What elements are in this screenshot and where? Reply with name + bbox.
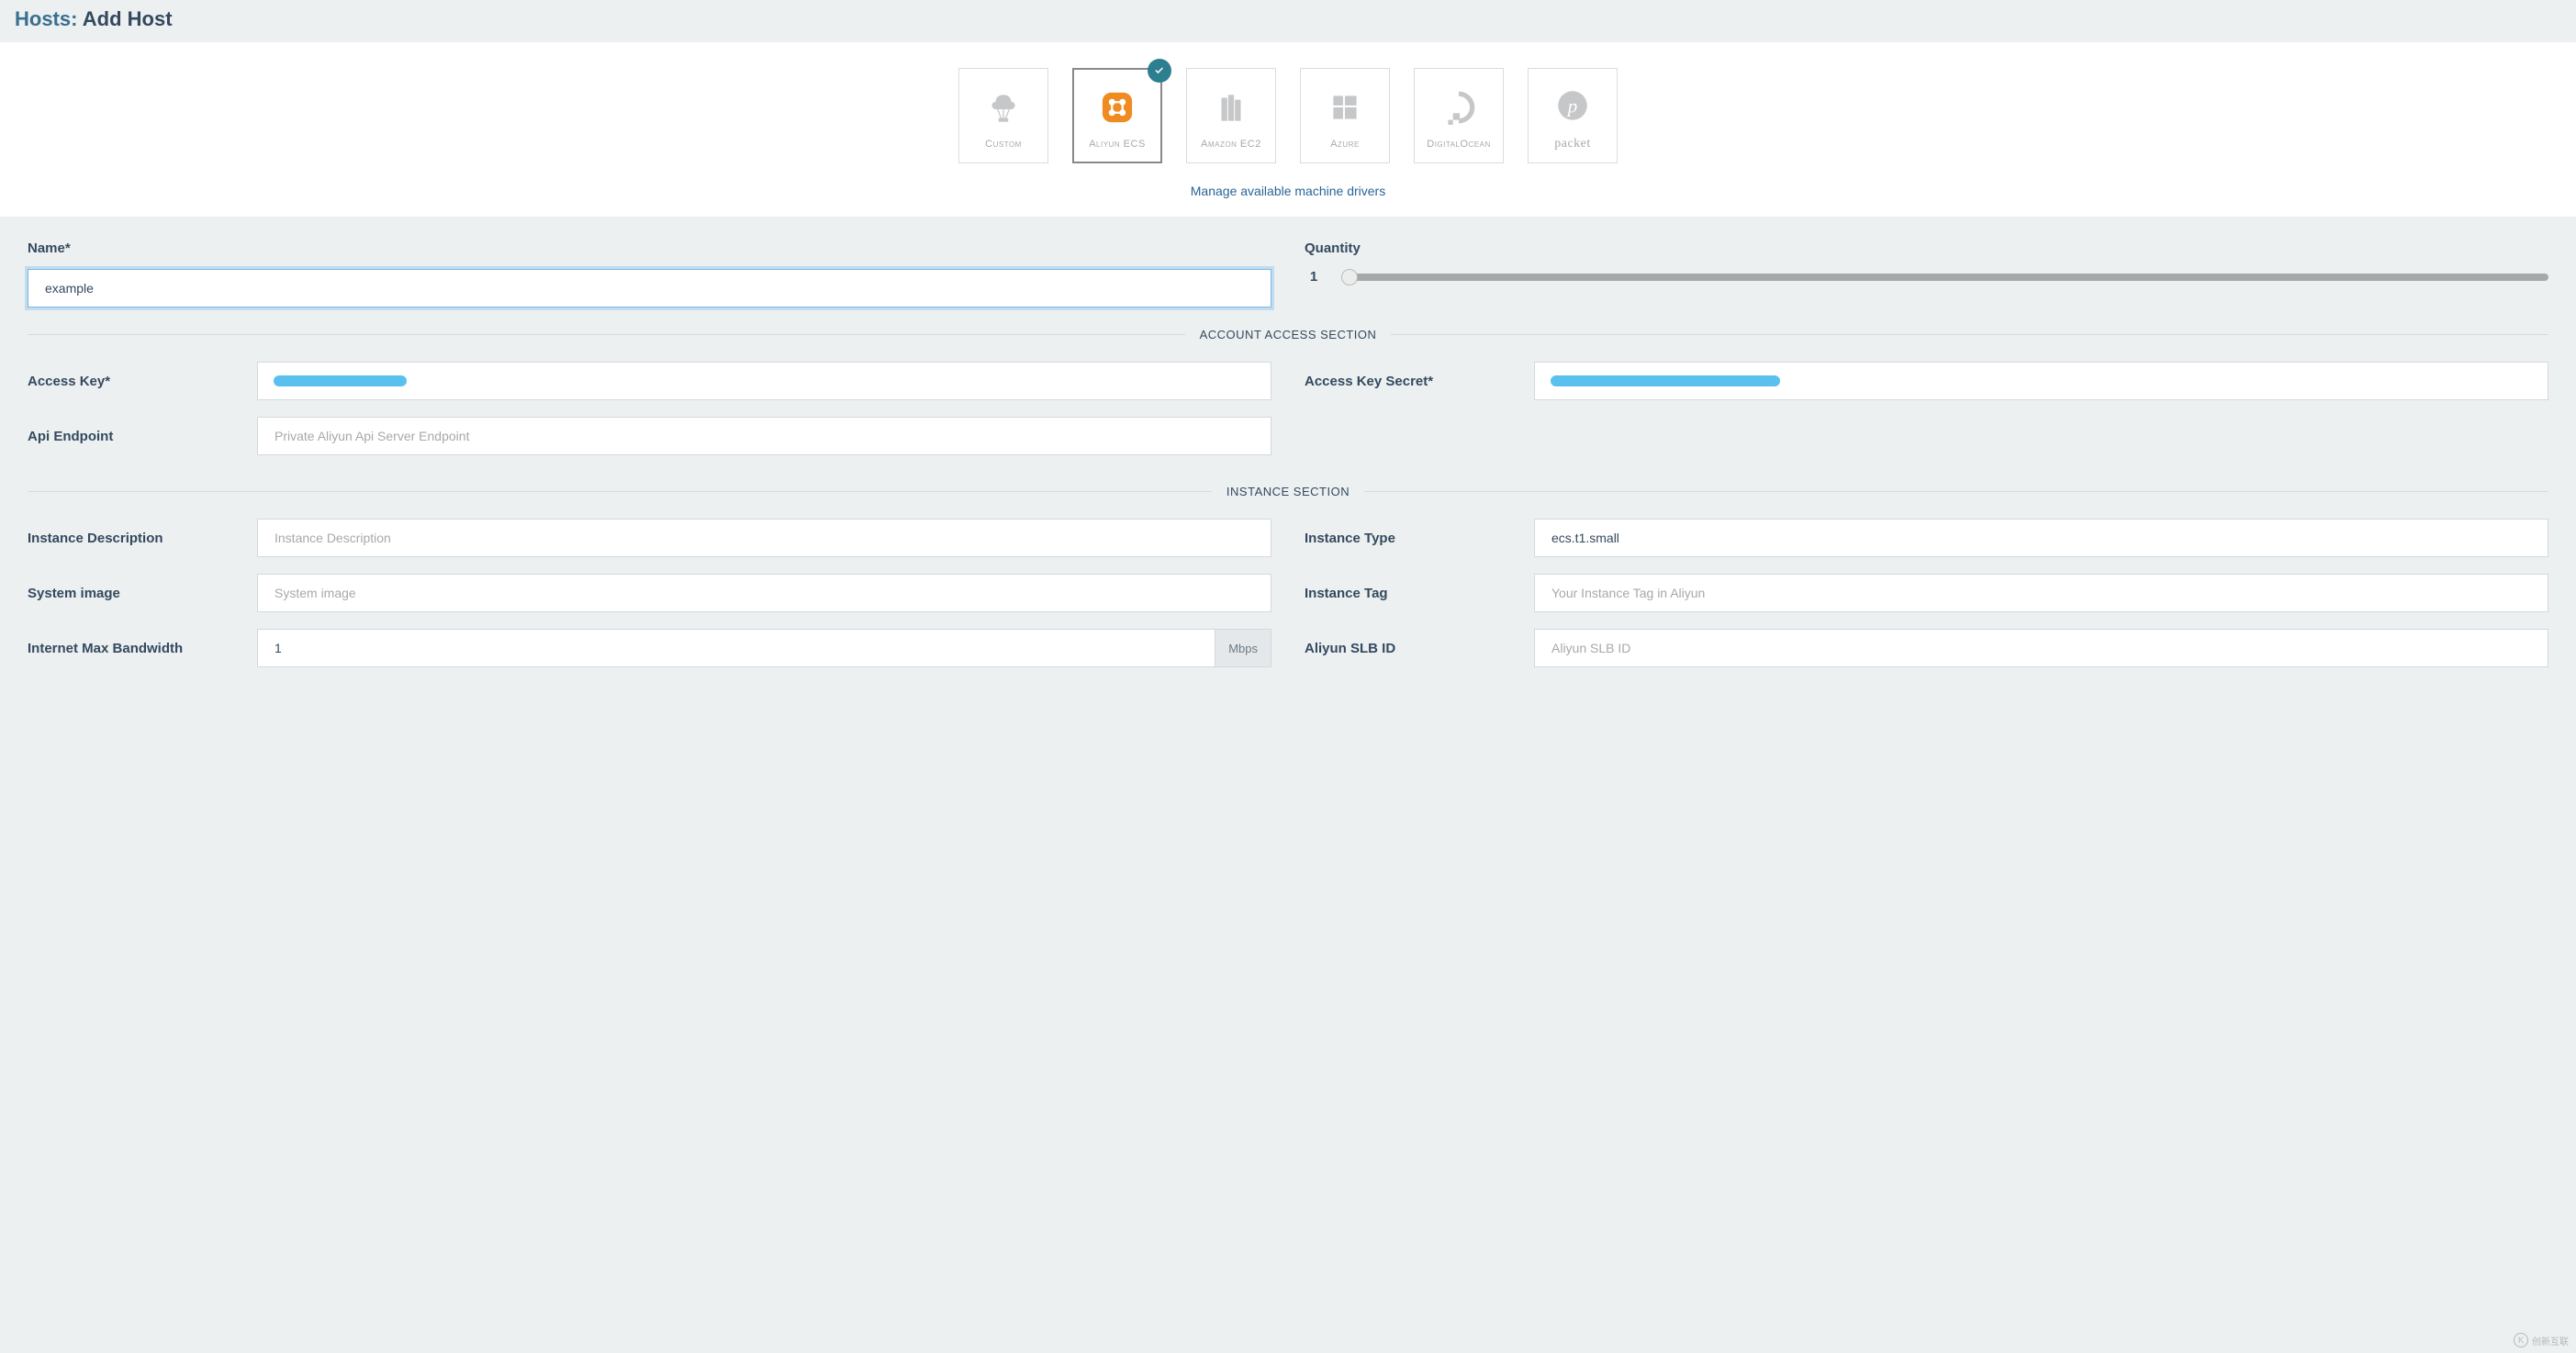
driver-card-custom[interactable]: Custom — [958, 68, 1048, 163]
name-label: Name* — [28, 240, 1271, 256]
quantity-slider[interactable] — [1343, 274, 2548, 281]
instance-description-label: Instance Description — [28, 531, 257, 546]
digitalocean-icon — [1439, 82, 1478, 133]
amazon-ec2-icon — [1212, 82, 1250, 133]
watermark: K创新互联 — [2514, 1333, 2569, 1347]
aliyun-slb-id-label: Aliyun SLB ID — [1305, 641, 1534, 656]
azure-icon — [1326, 82, 1364, 133]
instance-section-divider: INSTANCE SECTION — [28, 485, 2548, 498]
driver-label: Azure — [1327, 139, 1363, 150]
api-endpoint-input[interactable] — [257, 417, 1271, 455]
instance-description-input[interactable] — [257, 519, 1271, 557]
access-key-secret-input[interactable] — [1534, 362, 2548, 400]
cloud-balloon-icon — [984, 82, 1023, 133]
driver-selection-panel: Custom Aliyun ECS Amazon EC2 Azure — [0, 42, 2576, 217]
access-key-input[interactable] — [257, 362, 1271, 400]
packet-icon: p — [1553, 80, 1592, 131]
aliyun-slb-id-input[interactable] — [1534, 629, 2548, 667]
svg-text:p: p — [1566, 95, 1578, 117]
breadcrumb-hosts-link[interactable]: Hosts: — [15, 7, 77, 30]
check-icon — [1148, 59, 1171, 83]
access-key-secret-label: Access Key Secret* — [1305, 374, 1534, 389]
driver-cards: Custom Aliyun ECS Amazon EC2 Azure — [0, 68, 2576, 163]
aliyun-icon — [1096, 82, 1138, 133]
breadcrumb-current: Add Host — [83, 7, 173, 30]
account-section-divider: ACCOUNT ACCESS SECTION — [28, 328, 2548, 341]
access-key-label: Access Key* — [28, 374, 257, 389]
instance-tag-input[interactable] — [1534, 574, 2548, 612]
driver-label: Amazon EC2 — [1197, 139, 1265, 150]
manage-drivers-link[interactable]: Manage available machine drivers — [1191, 184, 1385, 198]
driver-label: DigitalOcean — [1423, 139, 1494, 150]
driver-card-digitalocean[interactable]: DigitalOcean — [1414, 68, 1504, 163]
driver-label: Custom — [981, 139, 1025, 150]
instance-tag-label: Instance Tag — [1305, 586, 1534, 601]
api-endpoint-label: Api Endpoint — [28, 429, 257, 444]
instance-type-label: Instance Type — [1305, 531, 1534, 546]
bandwidth-unit: Mbps — [1215, 629, 1271, 667]
internet-max-bandwidth-label: Internet Max Bandwidth — [28, 641, 257, 656]
quantity-label: Quantity — [1305, 240, 2548, 256]
system-image-input[interactable] — [257, 574, 1271, 612]
slider-thumb[interactable] — [1341, 269, 1358, 285]
internet-max-bandwidth-input[interactable] — [257, 629, 1215, 667]
driver-card-packet[interactable]: p packet — [1528, 68, 1618, 163]
driver-label: Aliyun ECS — [1085, 139, 1149, 150]
system-image-label: System image — [28, 586, 257, 601]
breadcrumb: Hosts: Add Host — [15, 7, 2561, 31]
name-input[interactable] — [28, 269, 1271, 308]
page-header: Hosts: Add Host — [0, 0, 2576, 42]
driver-card-amazon[interactable]: Amazon EC2 — [1186, 68, 1276, 163]
driver-label: packet — [1551, 137, 1595, 151]
instance-type-input[interactable] — [1534, 519, 2548, 557]
driver-card-aliyun[interactable]: Aliyun ECS — [1072, 68, 1162, 163]
form-area: Name* Quantity 1 ACCOUNT ACCESS SECTION … — [0, 217, 2576, 684]
quantity-value: 1 — [1305, 269, 1323, 285]
driver-card-azure[interactable]: Azure — [1300, 68, 1390, 163]
